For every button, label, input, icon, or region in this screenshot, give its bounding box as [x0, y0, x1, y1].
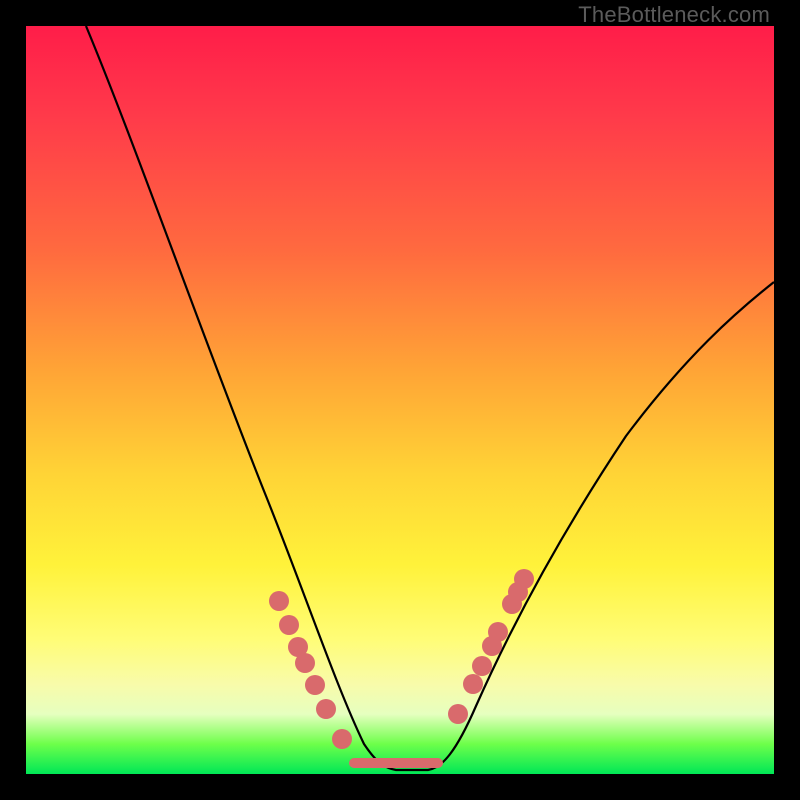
data-point — [448, 704, 468, 724]
data-point — [316, 699, 336, 719]
attribution-text: TheBottleneck.com — [578, 2, 770, 28]
data-point — [463, 674, 483, 694]
bottleneck-curve — [86, 26, 774, 770]
data-point — [514, 569, 534, 589]
data-point — [279, 615, 299, 635]
curve-svg — [26, 26, 774, 774]
data-point — [488, 622, 508, 642]
data-point — [332, 729, 352, 749]
chart-frame: TheBottleneck.com — [0, 0, 800, 800]
data-point — [269, 591, 289, 611]
plot-area — [26, 26, 774, 774]
data-point — [305, 675, 325, 695]
data-point — [472, 656, 492, 676]
data-point — [295, 653, 315, 673]
